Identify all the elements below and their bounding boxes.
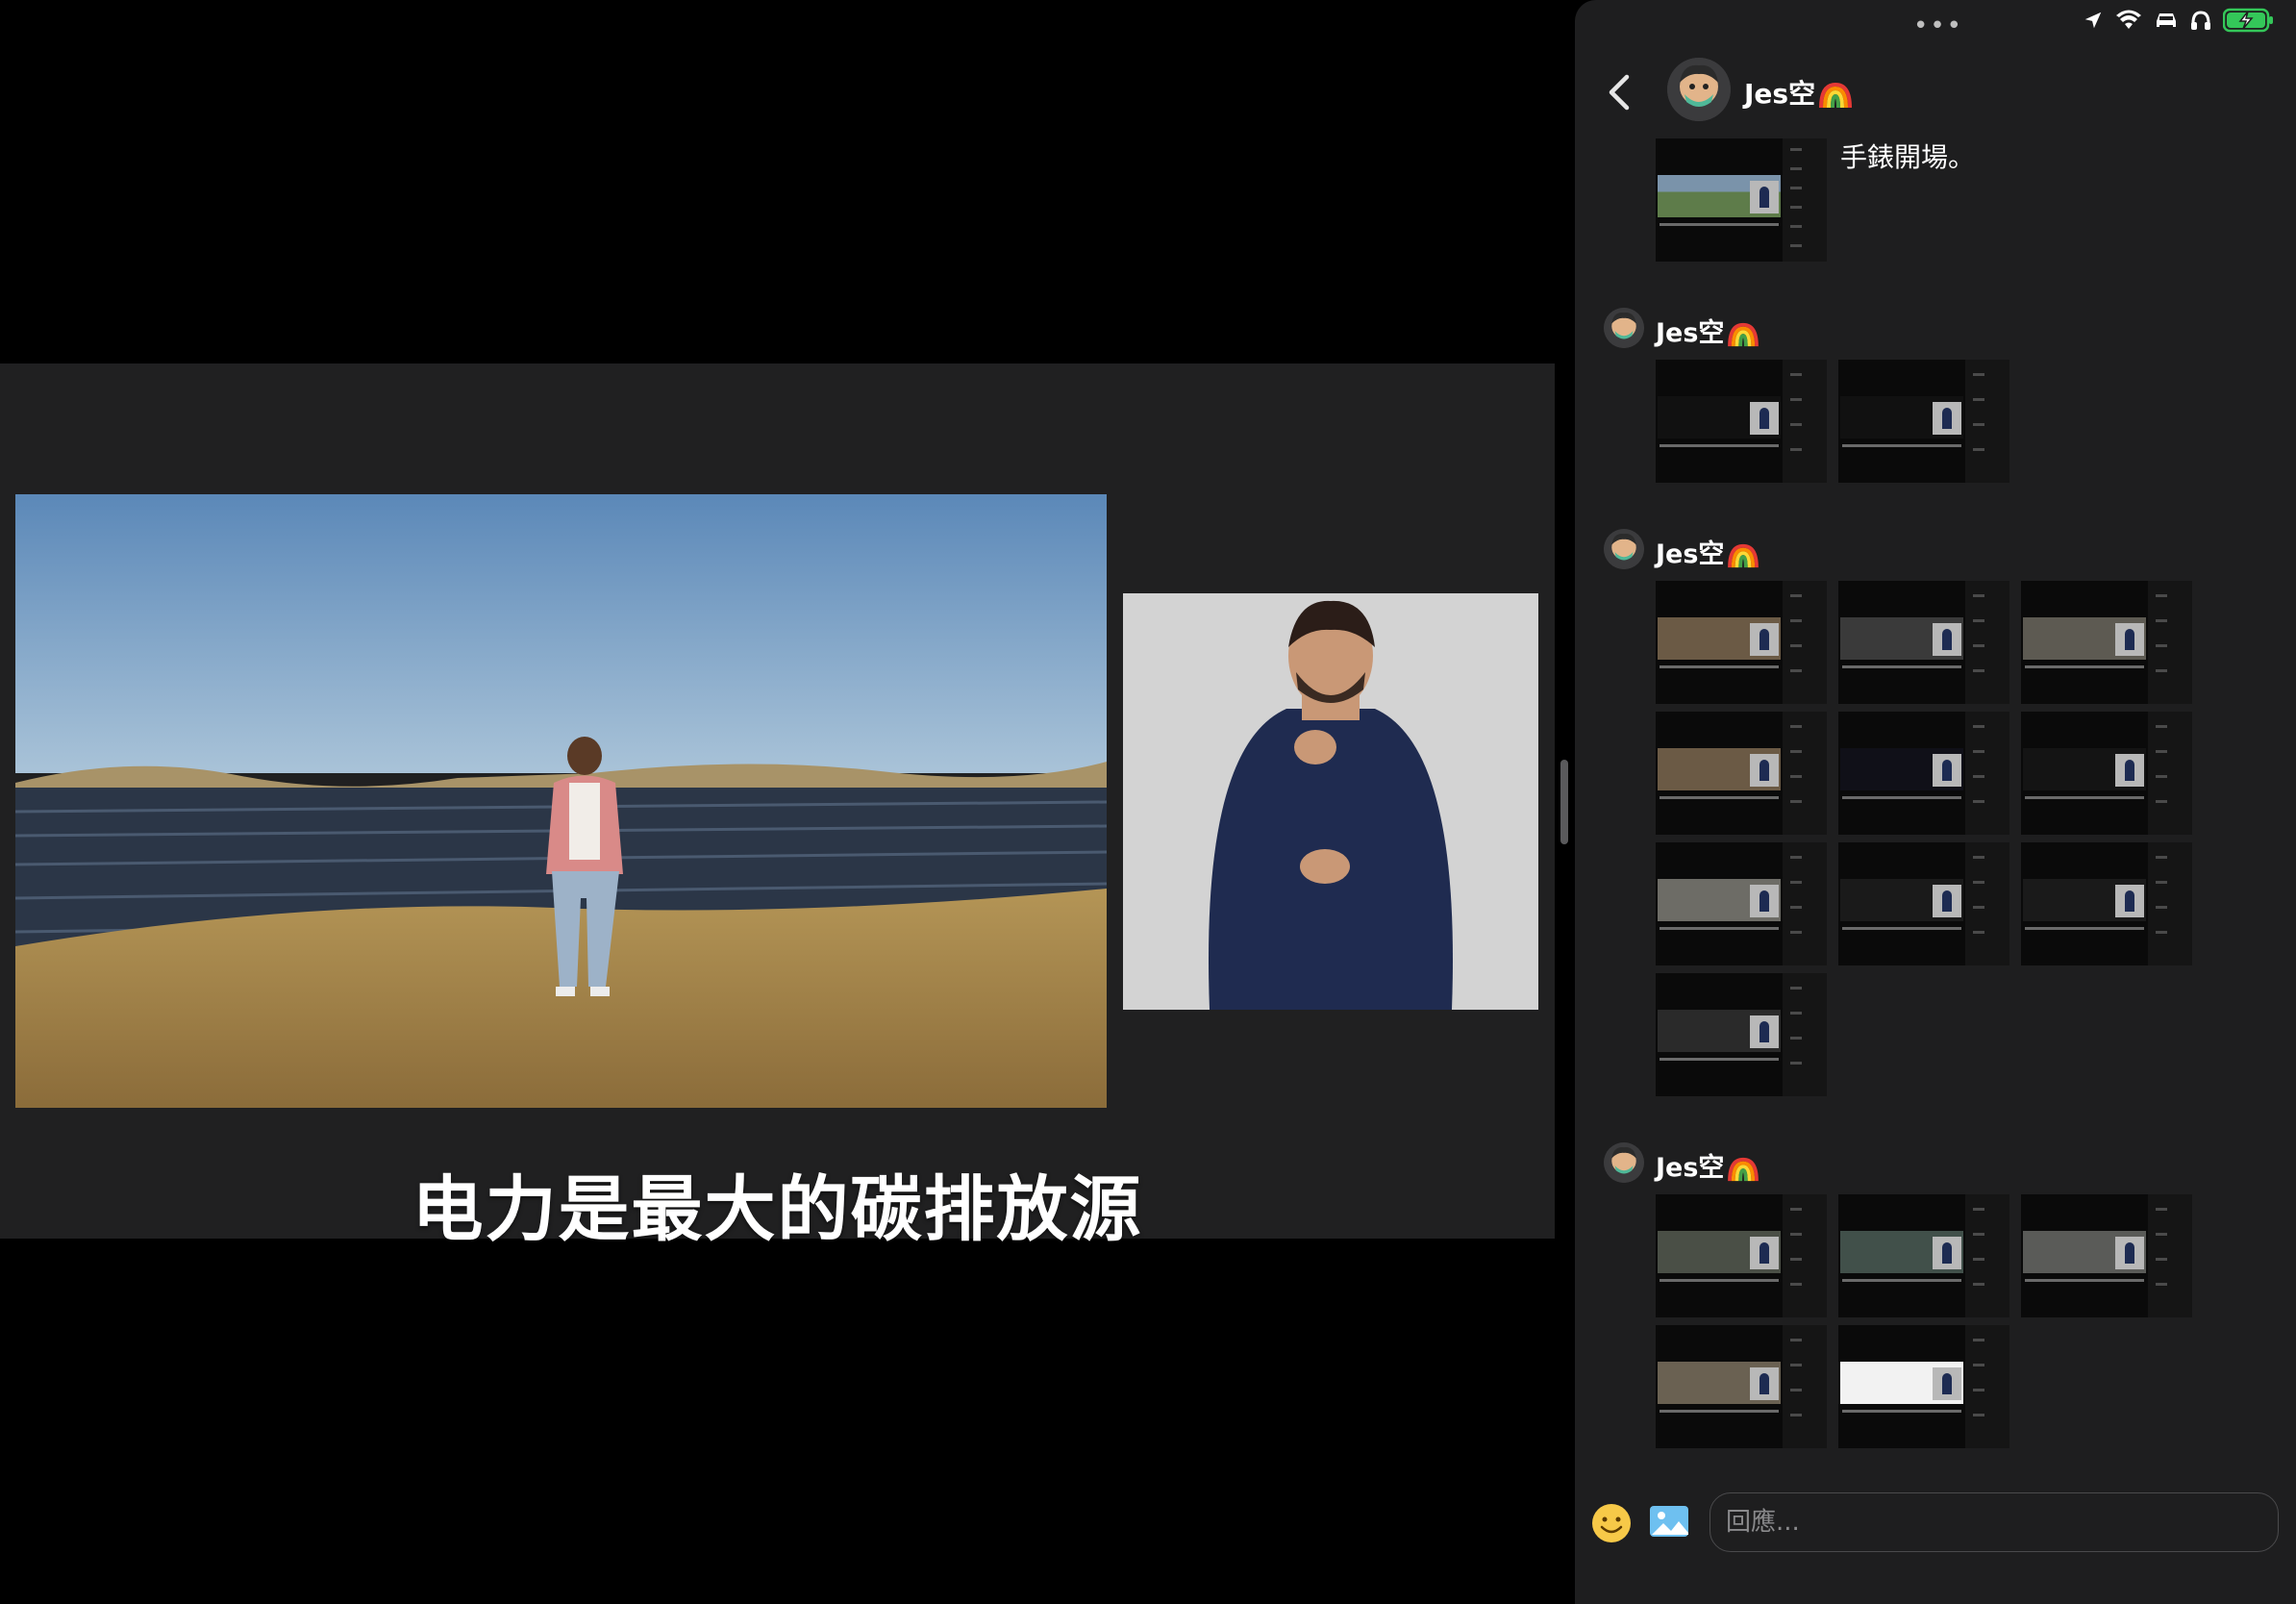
back-button[interactable] — [1604, 71, 1633, 113]
message-avatar[interactable] — [1604, 308, 1644, 348]
message-sender-name[interactable]: Jes空 — [1656, 533, 1759, 570]
chat-panel: ••• Jes空 手錶開場。 Jes空 Jes空 Jes空 回應... — [1575, 0, 2296, 1604]
headphones-icon — [2191, 11, 2210, 30]
status-bar — [2083, 8, 2275, 33]
multitasking-menu-icon[interactable]: ••• — [1913, 12, 1963, 40]
message-composer — [1575, 1481, 2296, 1604]
message-sender-name[interactable]: Jes空 — [1656, 312, 1759, 349]
message-avatar[interactable] — [1604, 529, 1644, 569]
screenshot-attachment[interactable] — [1656, 138, 1827, 262]
message-text: 手錶開場。 — [1840, 141, 1976, 173]
contact-name[interactable]: Jes空 — [1744, 73, 1853, 112]
message-sender-name[interactable]: Jes空 — [1656, 1146, 1759, 1184]
screenshot-attachment[interactable] — [1656, 973, 1827, 1096]
screenshot-attachment[interactable] — [1838, 1194, 2009, 1317]
video-subtitle: 电力是最大的碳排放源 — [412, 1168, 1143, 1251]
screenshot-attachment[interactable] — [1838, 1325, 2009, 1448]
screenshot-attachment[interactable] — [2021, 581, 2192, 704]
wifi-icon — [2116, 10, 2141, 29]
screenshot-attachment[interactable] — [1656, 1194, 1827, 1317]
battery-charging-icon — [2223, 8, 2273, 33]
video-player[interactable]: 电力是最大的碳排放源 — [0, 363, 1555, 1251]
emoji-button[interactable] — [1590, 1502, 1633, 1544]
screenshot-attachment[interactable] — [1838, 360, 2009, 483]
rainbow-emoji-icon — [1728, 1157, 1759, 1181]
rainbow-emoji-icon — [1728, 322, 1759, 346]
location-icon — [2084, 12, 2102, 29]
screenshot-attachment[interactable] — [1656, 1325, 1827, 1448]
screenshot-attachment[interactable] — [2021, 1194, 2192, 1317]
split-view-divider-handle[interactable] — [1560, 760, 1568, 844]
screenshot-attachment[interactable] — [2021, 842, 2192, 965]
screenshot-attachment[interactable] — [1838, 581, 2009, 704]
screenshot-attachment[interactable] — [1656, 712, 1827, 835]
message-avatar[interactable] — [1604, 1142, 1644, 1183]
chat-header: Jes空 — [1575, 56, 2296, 129]
video-main-scene — [15, 494, 1107, 1108]
screenshot-attachment[interactable] — [1838, 712, 2009, 835]
image-attach-button[interactable] — [1648, 1502, 1690, 1541]
sign-language-interpreter-video — [1123, 593, 1538, 1010]
reply-input[interactable] — [1710, 1492, 2279, 1552]
screenshot-attachment[interactable] — [1656, 581, 1827, 704]
screenshot-attachment[interactable] — [1656, 360, 1827, 483]
rainbow-emoji-icon — [1728, 543, 1759, 567]
contact-avatar[interactable] — [1667, 58, 1731, 121]
screenshot-attachment[interactable] — [2021, 712, 2192, 835]
car-icon — [2157, 13, 2176, 27]
screenshot-attachment[interactable] — [1838, 842, 2009, 965]
rainbow-emoji-icon — [1819, 82, 1853, 109]
screenshot-attachment[interactable] — [1656, 842, 1827, 965]
